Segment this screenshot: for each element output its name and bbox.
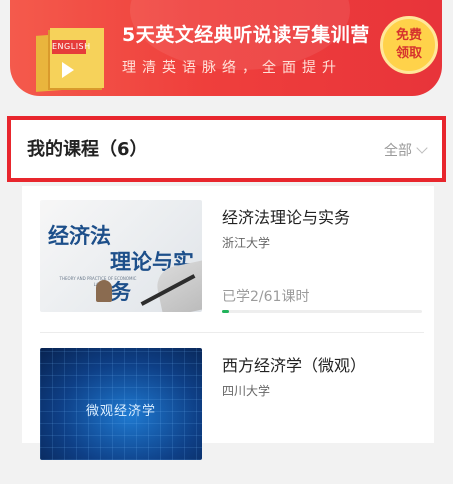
promo-banner[interactable]: ENGLISH 5天英文经典听说读写集训营 理清英语脉络，全面提升 免费 领取 xyxy=(10,0,442,96)
chevron-down-icon xyxy=(416,142,428,154)
progress-bar xyxy=(222,310,422,313)
course-school: 浙江大学 xyxy=(222,236,271,250)
play-icon xyxy=(62,62,74,78)
my-courses-header: 我的课程（6） 全部 xyxy=(7,116,446,182)
section-title: 我的课程（6） xyxy=(27,139,148,160)
cta-line-1: 免费 xyxy=(395,28,422,43)
all-filter-button[interactable]: 全部 xyxy=(384,140,428,160)
thumb-title: 微观经济学 xyxy=(86,404,157,419)
book-illustration: ENGLISH xyxy=(36,28,106,92)
course-card[interactable]: 微观经济学 西方经济学（微观） 四川大学 xyxy=(22,336,434,484)
book-label: ENGLISH xyxy=(52,40,90,54)
course-school: 四川大学 xyxy=(222,384,271,398)
thumb-title-1: 经济法 xyxy=(48,223,111,248)
banner-subtitle: 理清英语脉络，全面提升 xyxy=(122,60,342,76)
cta-line-2: 领取 xyxy=(395,46,422,61)
course-thumbnail: 经济法 理论与实务 THEORY AND PRACTICE OF ECONOMI… xyxy=(40,200,202,312)
course-title: 西方经济学（微观） xyxy=(222,356,367,375)
banner-title: 5天英文经典听说读写集训营 xyxy=(122,24,370,46)
course-card[interactable]: 经济法 理论与实务 THEORY AND PRACTICE OF ECONOMI… xyxy=(22,186,434,334)
all-filter-label: 全部 xyxy=(384,143,412,159)
course-list: 经济法 理论与实务 THEORY AND PRACTICE OF ECONOMI… xyxy=(22,186,434,460)
free-claim-button[interactable]: 免费 领取 xyxy=(380,16,438,74)
progress-fill xyxy=(222,310,229,313)
course-title: 经济法理论与实务 xyxy=(222,208,351,227)
divider xyxy=(40,332,424,333)
lecturer-photo xyxy=(96,280,112,302)
course-thumbnail: 微观经济学 xyxy=(40,348,202,460)
progress-text: 已学2/61课时 xyxy=(222,289,310,305)
